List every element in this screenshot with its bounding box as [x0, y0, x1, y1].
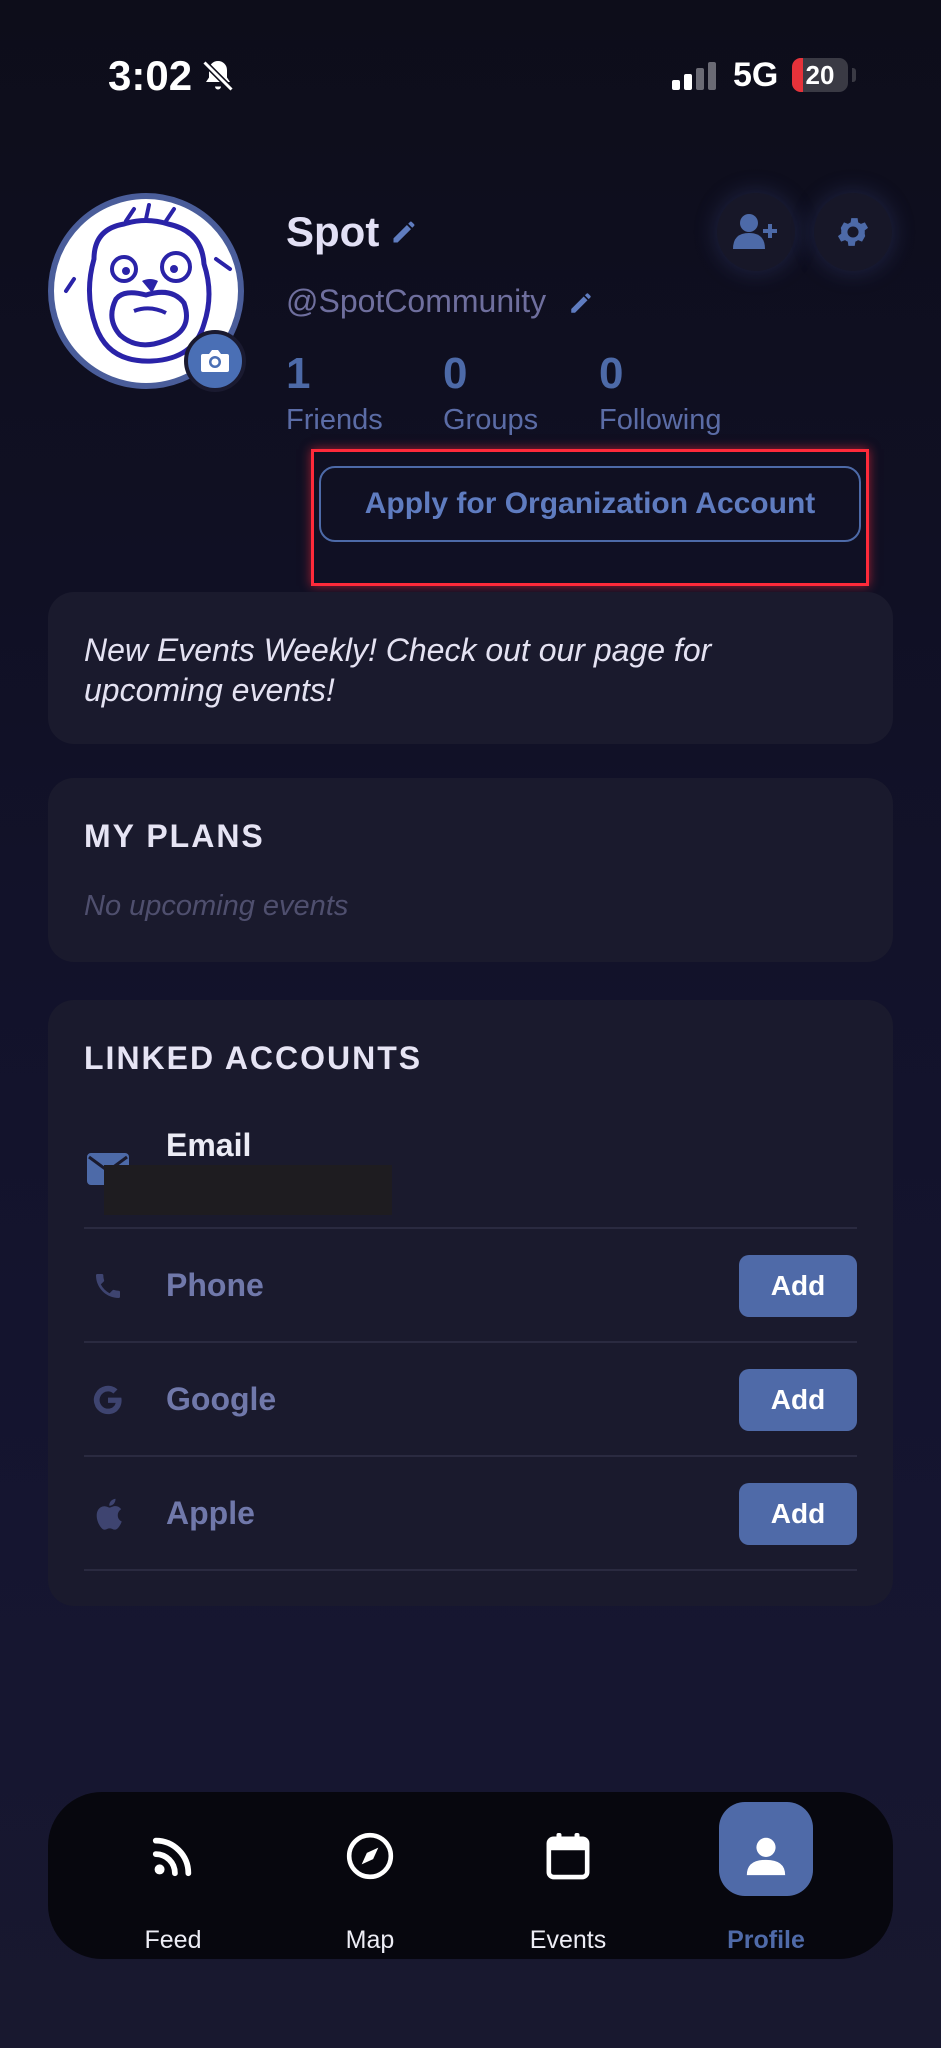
phone-icon	[86, 1229, 130, 1343]
profile-screen: 3:02 5G 20 Spot @SpotCommunity 1 Friends…	[0, 0, 941, 2048]
battery-indicator: 20	[792, 58, 848, 92]
gear-icon	[837, 218, 869, 246]
add-phone-button[interactable]: Add	[739, 1255, 857, 1317]
stat-label: Following	[599, 404, 722, 436]
calendar-icon	[488, 1826, 648, 1886]
stat-label: Groups	[443, 404, 539, 436]
apple-label: Apple	[166, 1495, 255, 1531]
user-plus-icon	[733, 214, 777, 249]
tab-events[interactable]: Events	[488, 1792, 648, 1959]
tab-label: Profile	[727, 1926, 805, 1954]
linked-accounts-title: LINKED ACCOUNTS	[84, 1040, 423, 1076]
rss-icon	[93, 1826, 253, 1886]
profile-handle: @SpotCommunity	[286, 283, 547, 319]
add-apple-button[interactable]: Add	[739, 1483, 857, 1545]
battery-nub	[852, 68, 856, 82]
settings-button[interactable]	[814, 193, 892, 271]
announcement-text: New Events Weekly! Check out our page fo…	[84, 632, 712, 708]
tab-label: Map	[345, 1926, 395, 1954]
redacted-email-value	[104, 1165, 392, 1215]
add-google-button[interactable]: Add	[739, 1369, 857, 1431]
divider	[84, 1569, 857, 1571]
my-plans-title: MY PLANS	[84, 818, 265, 854]
status-time: 3:02	[108, 52, 193, 99]
my-plans-card: MY PLANS No upcoming events	[48, 778, 893, 962]
stat-groups[interactable]: 0 Groups	[443, 350, 538, 437]
change-photo-button[interactable]	[184, 330, 246, 392]
tab-map[interactable]: Map	[290, 1792, 450, 1959]
linked-account-google: Google Add	[84, 1343, 857, 1457]
stat-value: 0	[443, 349, 468, 398]
phone-label: Phone	[166, 1267, 264, 1303]
stat-value: 1	[286, 349, 311, 398]
tab-profile[interactable]: Profile	[686, 1792, 846, 1959]
signal-icon	[672, 62, 716, 90]
edit-name-pencil-icon[interactable]	[390, 218, 418, 246]
announcement-card: New Events Weekly! Check out our page fo…	[48, 592, 893, 744]
add-friend-button[interactable]	[717, 193, 795, 271]
stat-following[interactable]: 0 Following	[599, 350, 722, 437]
bell-muted-icon	[202, 60, 234, 92]
linked-accounts-card: LINKED ACCOUNTS Email Phone Add Google A…	[48, 1000, 893, 1606]
user-icon	[686, 1826, 846, 1886]
battery-level: 20	[805, 60, 835, 90]
stat-label: Friends	[286, 404, 383, 436]
linked-account-apple: Apple Add	[84, 1457, 857, 1571]
google-icon	[86, 1343, 130, 1457]
tab-feed[interactable]: Feed	[93, 1792, 253, 1959]
linked-account-phone: Phone Add	[84, 1229, 857, 1343]
no-events-text: No upcoming events	[84, 890, 349, 922]
edit-handle-pencil-icon[interactable]	[568, 290, 594, 316]
apply-organization-button[interactable]: Apply for Organization Account	[319, 466, 861, 542]
apple-icon	[86, 1457, 130, 1571]
email-label: Email	[166, 1127, 252, 1163]
stat-friends[interactable]: 1 Friends	[286, 350, 383, 437]
camera-icon	[201, 350, 229, 372]
profile-name: Spot	[286, 208, 380, 255]
stat-value: 0	[599, 349, 624, 398]
tab-label: Feed	[144, 1926, 202, 1954]
google-label: Google	[166, 1381, 277, 1417]
tab-label: Events	[529, 1926, 607, 1954]
compass-icon	[290, 1826, 450, 1886]
network-type: 5G	[733, 56, 779, 94]
tab-bar: Feed Map Events Profile	[48, 1792, 893, 1959]
